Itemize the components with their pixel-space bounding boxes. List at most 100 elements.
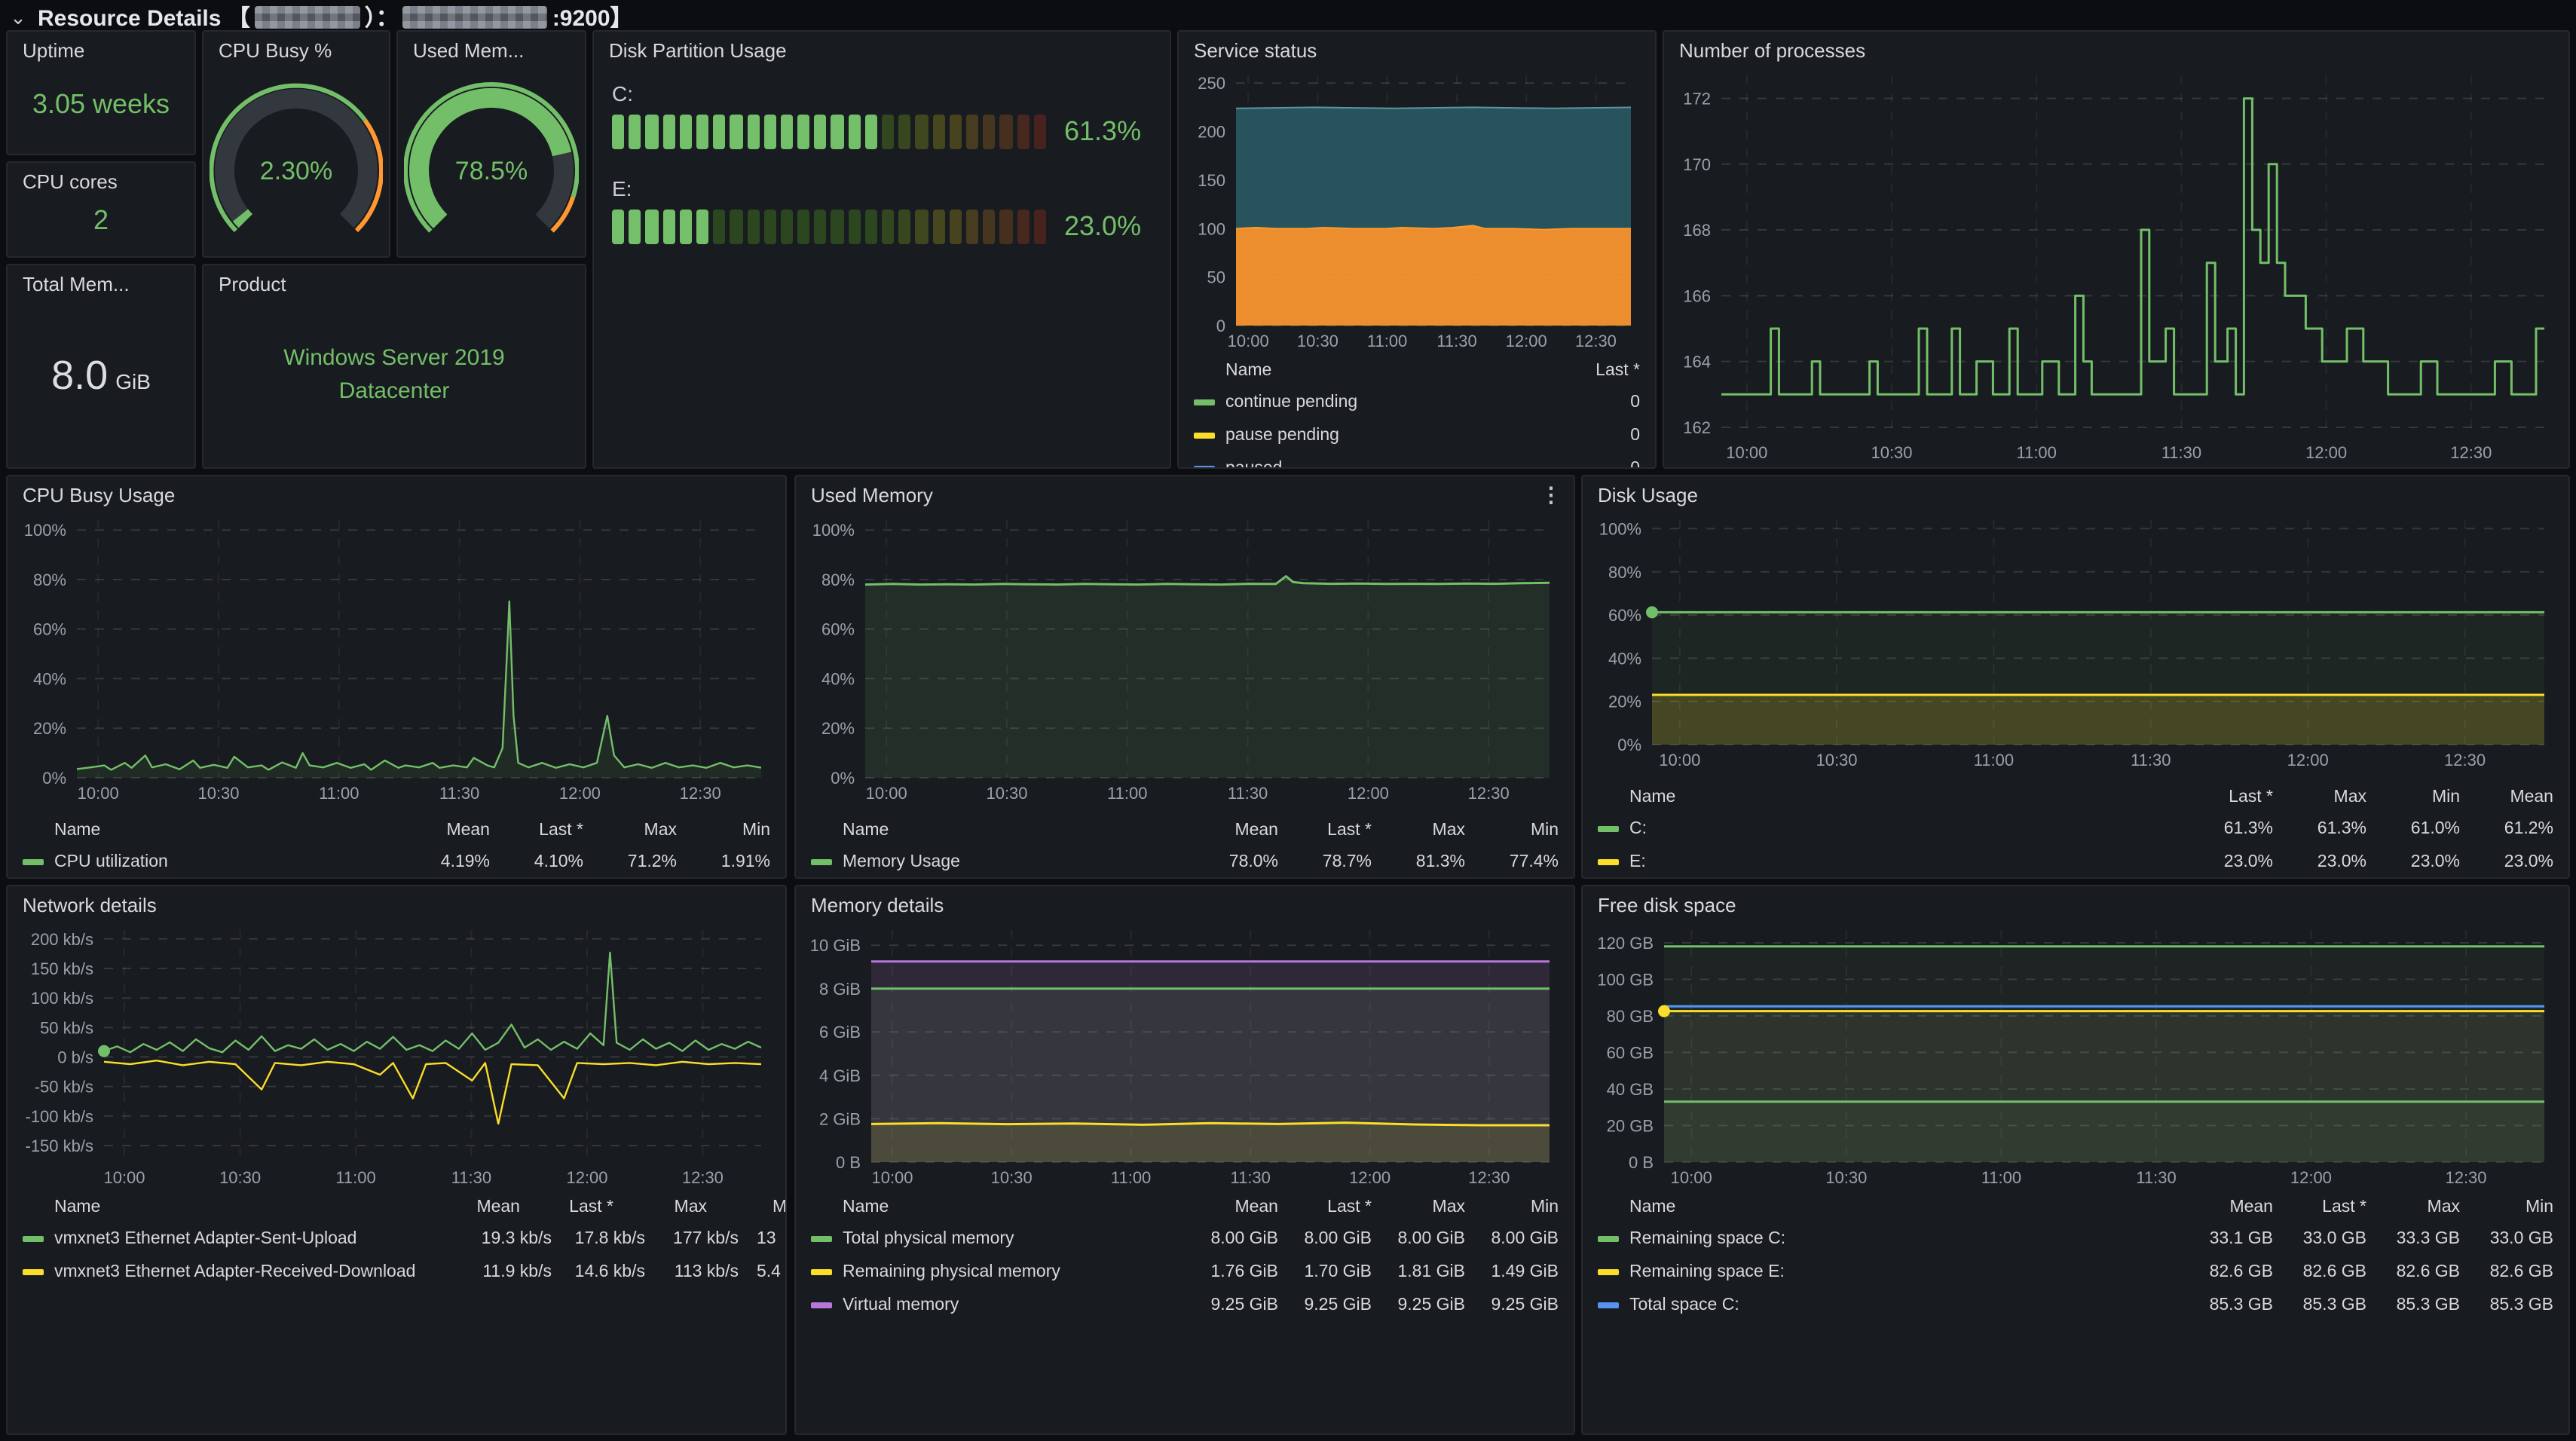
legend-col-last[interactable]: Last * <box>1278 821 1372 840</box>
series-swatch[interactable] <box>1194 466 1215 469</box>
panel-title[interactable]: Used Mem... <box>398 32 585 66</box>
legend-col-max[interactable]: Max <box>2273 788 2366 806</box>
series-name[interactable]: E: <box>1629 853 2180 871</box>
disk-usage-chart[interactable]: 10:0010:3011:0011:3012:0012:300%20%40%60… <box>1595 511 2556 779</box>
row-header[interactable]: ⌄ Resource Details 【 ）： :9200】 <box>0 0 2576 30</box>
legend-col-last[interactable]: Last * <box>1278 1198 1372 1216</box>
panel-title[interactable]: Used Memory <box>796 476 1574 511</box>
legend-col-min[interactable]: Min <box>1465 1198 1559 1216</box>
series-swatch[interactable] <box>811 1236 832 1242</box>
legend-col-mean[interactable]: Mean <box>427 1198 520 1216</box>
series-swatch[interactable] <box>811 859 832 865</box>
panel-title[interactable]: Network details <box>8 886 785 921</box>
series-name[interactable]: Remaining space E: <box>1629 1263 2180 1281</box>
service-status-chart[interactable]: 10:0010:3011:0011:3012:0012:300501001502… <box>1191 66 1643 353</box>
legend-col-min[interactable]: Min <box>707 1198 787 1216</box>
series-swatch[interactable] <box>23 1269 44 1275</box>
series-name[interactable]: Total space C: <box>1629 1296 2180 1314</box>
network-chart[interactable]: 10:0010:3011:0011:3012:0012:30200 kb/s15… <box>20 921 773 1189</box>
legend-col-min[interactable]: Min <box>2460 1198 2553 1216</box>
panel-menu-icon[interactable]: ⋮ <box>1540 484 1562 505</box>
free-disk-chart[interactable]: 10:0010:3011:0011:3012:0012:300 B20 GB40… <box>1595 921 2556 1189</box>
legend-col-name[interactable]: Name <box>811 1198 1185 1216</box>
row-title[interactable]: Resource Details 【 ）： :9200】 <box>38 2 633 33</box>
series-name[interactable]: Remaining space C: <box>1629 1230 2180 1248</box>
processes-chart[interactable]: 10:0010:3011:0011:3012:0012:301621641661… <box>1676 66 2556 469</box>
series-name[interactable]: Remaining physical memory <box>843 1263 1185 1281</box>
series-swatch[interactable] <box>1598 859 1619 865</box>
panel-title[interactable]: Uptime <box>8 32 194 66</box>
series-name[interactable]: C: <box>1629 820 2180 838</box>
cpu-busy-usage-chart[interactable]: 10:0010:3011:0011:3012:0012:300%20%40%60… <box>20 511 773 812</box>
legend-col-max[interactable]: Max <box>1372 821 1465 840</box>
series-max: 8.00 GiB <box>1372 1230 1465 1248</box>
legend-col-name[interactable]: Name <box>1598 788 2180 806</box>
panel-title[interactable]: Service status <box>1179 32 1655 66</box>
legend-col-min[interactable]: Min <box>2366 788 2460 806</box>
legend-col-name[interactable]: Name <box>23 821 396 840</box>
series-swatch[interactable] <box>811 1269 832 1275</box>
panel-title[interactable]: CPU Busy % <box>203 32 389 66</box>
legend-col-mean[interactable]: Mean <box>2180 1198 2273 1216</box>
legend-col-mean[interactable]: Mean <box>396 821 490 840</box>
svg-text:11:00: 11:00 <box>2016 443 2056 462</box>
legend-col-last[interactable]: Last * <box>2273 1198 2366 1216</box>
series-name[interactable]: paused <box>1225 460 1547 469</box>
series-name[interactable]: vmxnet3 Ethernet Adapter-Sent-Upload <box>54 1230 458 1248</box>
panel-title[interactable]: Disk Usage <box>1583 476 2568 511</box>
series-name[interactable]: CPU utilization <box>54 853 396 871</box>
legend-col-mean[interactable]: Mean <box>2460 788 2553 806</box>
series-swatch[interactable] <box>1194 433 1215 439</box>
svg-text:10:30: 10:30 <box>219 1168 261 1187</box>
panel-title[interactable]: Free disk space <box>1583 886 2568 921</box>
bar-gauge-cell <box>696 210 708 244</box>
legend-col-last[interactable]: Last * <box>490 821 583 840</box>
bar-gauge-cell <box>612 210 624 244</box>
series-mean: 8.00 GiB <box>1185 1230 1278 1248</box>
legend-col-max[interactable]: Max <box>583 821 677 840</box>
legend: Name Mean Last * Max Min Memory Usage 78… <box>796 812 1574 879</box>
series-name[interactable]: pause pending <box>1225 427 1547 445</box>
chevron-down-icon[interactable]: ⌄ <box>9 7 27 28</box>
legend-col-name[interactable]: Name <box>23 1198 427 1216</box>
panel-title[interactable]: Total Mem... <box>8 265 194 300</box>
series-name[interactable]: Memory Usage <box>843 853 1185 871</box>
series-last: 82.6 GB <box>2273 1263 2366 1281</box>
legend-col-last[interactable]: Last * <box>1547 362 1640 380</box>
bar-gauge-cell <box>730 210 742 244</box>
legend-col-max[interactable]: Max <box>2366 1198 2460 1216</box>
series-swatch[interactable] <box>811 1302 832 1308</box>
series-name[interactable]: vmxnet3 Ethernet Adapter-Received-Downlo… <box>54 1263 458 1281</box>
series-name[interactable]: Virtual memory <box>843 1296 1185 1314</box>
legend-col-last[interactable]: Last * <box>2180 788 2273 806</box>
series-swatch[interactable] <box>1598 826 1619 832</box>
legend-col-min[interactable]: Min <box>1465 821 1559 840</box>
panel-title[interactable]: CPU Busy Usage <box>8 476 785 511</box>
series-swatch[interactable] <box>23 859 44 865</box>
memory-details-chart[interactable]: 10:0010:3011:0011:3012:0012:300 B2 GiB4 … <box>808 921 1562 1189</box>
legend-col-mean[interactable]: Mean <box>1185 821 1278 840</box>
panel-title[interactable]: Product <box>203 265 585 300</box>
legend-col-min[interactable]: Min <box>677 821 770 840</box>
legend-col-last[interactable]: Last * <box>520 1198 613 1216</box>
legend-col-mean[interactable]: Mean <box>1185 1198 1278 1216</box>
series-swatch[interactable] <box>1598 1302 1619 1308</box>
panel-title[interactable]: CPU cores <box>8 163 194 197</box>
legend-col-name[interactable]: Name <box>1598 1198 2180 1216</box>
legend-col-max[interactable]: Max <box>1372 1198 1465 1216</box>
series-swatch[interactable] <box>1194 399 1215 405</box>
series-name[interactable]: Total physical memory <box>843 1230 1185 1248</box>
series-name[interactable]: continue pending <box>1225 393 1547 411</box>
series-swatch[interactable] <box>1598 1269 1619 1275</box>
legend-col-name[interactable]: Name <box>1194 362 1547 380</box>
panel-title[interactable]: Disk Partition Usage <box>594 32 1170 66</box>
legend: Name Mean Last * Max Min vmxnet3 Etherne… <box>8 1189 785 1295</box>
used-memory-chart[interactable]: 10:0010:3011:0011:3012:0012:300%20%40%60… <box>808 511 1562 812</box>
bar-gauge-cell <box>898 210 910 244</box>
panel-title[interactable]: Memory details <box>796 886 1574 921</box>
series-swatch[interactable] <box>1598 1236 1619 1242</box>
legend-col-name[interactable]: Name <box>811 821 1185 840</box>
series-swatch[interactable] <box>23 1236 44 1242</box>
panel-title[interactable]: Number of processes <box>1664 32 2568 66</box>
legend-col-max[interactable]: Max <box>613 1198 707 1216</box>
